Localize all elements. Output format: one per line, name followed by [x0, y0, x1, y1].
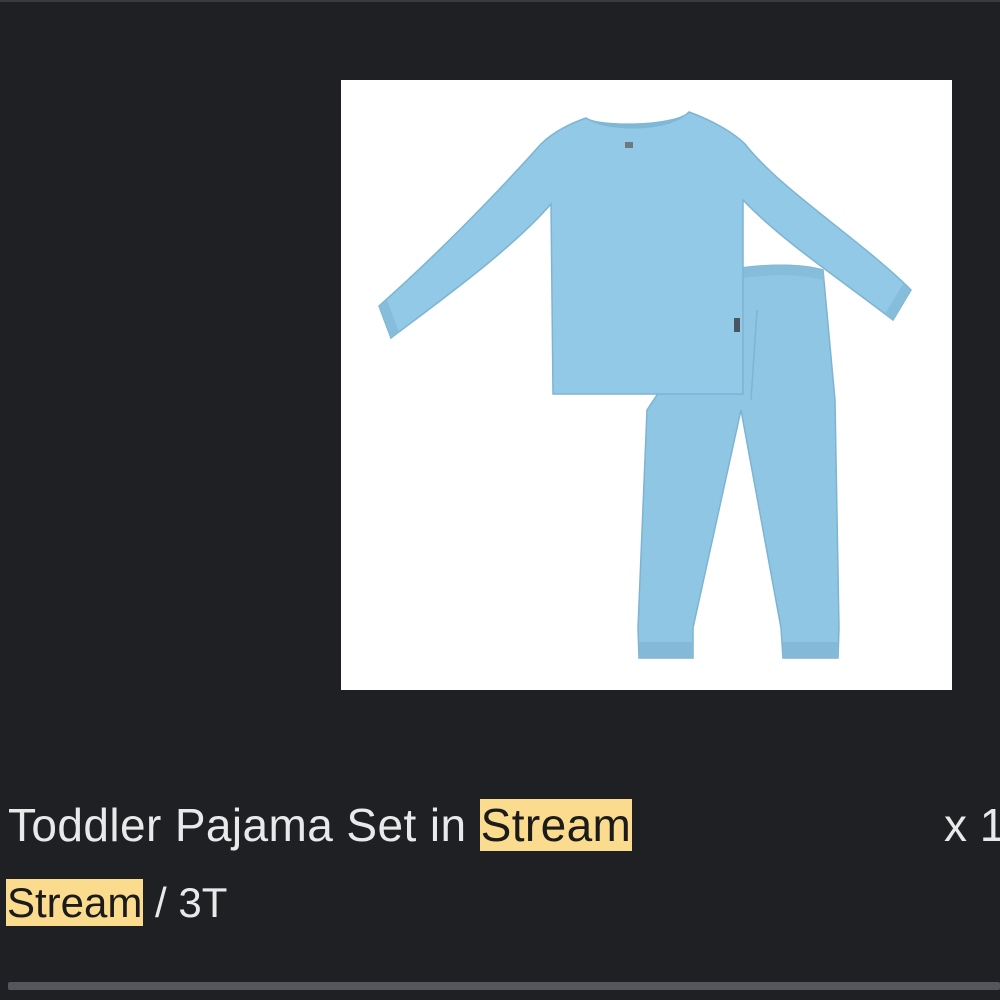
- order-item-screen: Toddler Pajama Set in Stream x 1 Stream …: [0, 0, 1000, 1000]
- variant-color-highlight: Stream: [6, 879, 144, 926]
- divider-bar: [8, 982, 1000, 990]
- product-title-text: Toddler Pajama Set in: [8, 799, 480, 851]
- quantity-label: x 1: [944, 799, 1000, 851]
- pajama-set-illustration: [378, 111, 912, 659]
- product-variant: Stream / 3T: [6, 874, 227, 932]
- divider: [0, 0, 1000, 2]
- product-title: Toddler Pajama Set in Stream: [8, 790, 633, 860]
- product-image[interactable]: [341, 80, 952, 690]
- search-highlight: Stream: [479, 799, 633, 851]
- variant-size: / 3T: [143, 879, 228, 926]
